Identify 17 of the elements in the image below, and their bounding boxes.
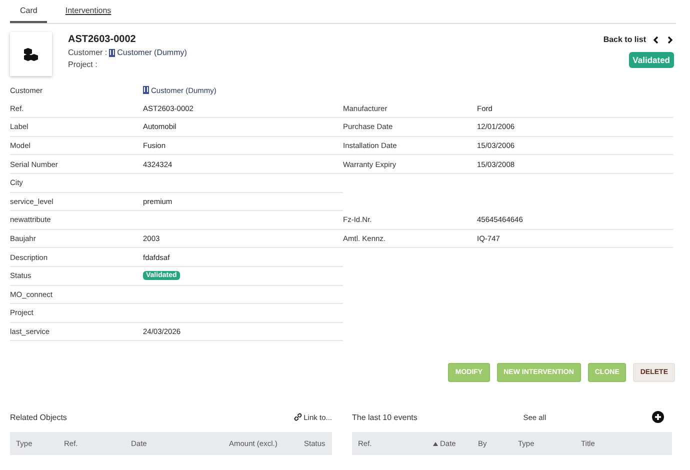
section-title: The last 10 events [352,412,418,422]
record-title: AST2603-0002 [68,34,137,45]
customer-label: Customer : [68,48,108,57]
tab[interactable]: Card [10,6,48,23]
back-to-list-link[interactable]: Back to list [603,35,646,44]
building-icon [109,48,116,56]
tab[interactable]: Interventions [55,6,122,23]
boxes-icon [24,48,38,60]
chain-link-icon [294,413,302,422]
customer-link[interactable]: Customer (Dummy) [109,48,187,57]
previous-icon[interactable] [652,36,660,44]
add-icon[interactable] [652,411,664,424]
section-title: Related Objects [10,412,67,422]
status-badge: Validated [628,52,674,68]
building-icon [143,86,149,94]
project-label: Project : [68,60,98,69]
next-icon[interactable] [666,36,674,44]
